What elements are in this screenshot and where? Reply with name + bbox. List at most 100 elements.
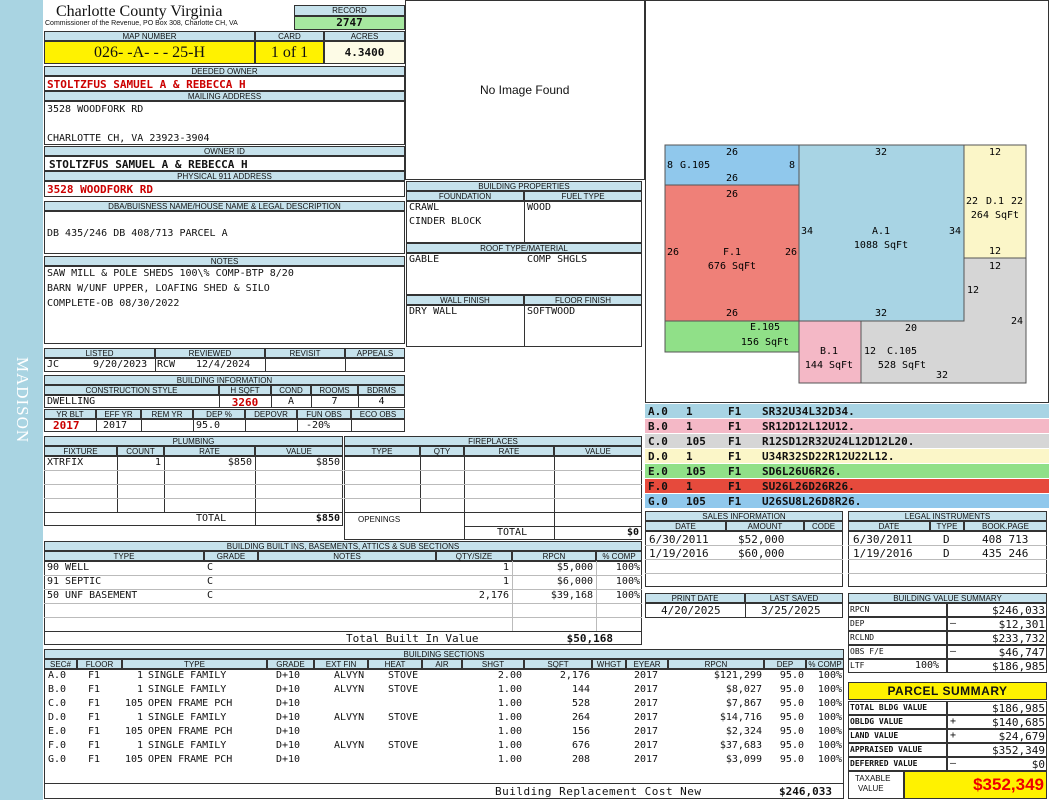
vector-code: G.0 [648, 495, 668, 508]
builtin-grade: C [207, 576, 214, 587]
fp-rate-header: RATE [464, 446, 554, 456]
vector-path: U26SU8L26D8R26. [762, 495, 862, 508]
builtin-comp: 100% [615, 576, 640, 587]
section-type: SINGLE FAMILY [148, 712, 227, 723]
c-sqft: 528 SqFt [878, 360, 926, 371]
plumb-value: $850 [315, 457, 340, 468]
appeals-header: APPEALS [345, 348, 405, 358]
f-left: 26 [667, 247, 679, 258]
parcel-summary-value: $0 [1031, 758, 1045, 771]
section-ext: ALVYN [334, 712, 365, 723]
mailing-line1: 3528 WOODFORK RD [47, 104, 144, 115]
vector-floor: F1 [728, 405, 742, 418]
plumb-total: $850 [315, 513, 340, 524]
li-1-book: 408 713 [982, 533, 1029, 546]
builtin-comp: 100% [615, 590, 640, 601]
vector-n: 1 [686, 450, 693, 463]
a-name: A.1 [872, 226, 890, 237]
dep-header: DEP % [193, 409, 245, 419]
fp-total: $0 [626, 527, 639, 538]
section-grade: D+10 [276, 726, 301, 737]
section-code: 1 [136, 712, 143, 723]
section-shgt: 1.00 [497, 726, 522, 737]
sketch-drawing: 26 26 8 8 G.105 26 26 26 26 F.1 676 SqFt… [664, 144, 1027, 384]
parcel-summary-label: OBLDG VALUE [850, 717, 903, 726]
section-heat: STOVE [388, 684, 419, 695]
hsqft-value: 3260 [231, 396, 259, 409]
eff-year: 2017 [103, 420, 128, 431]
plumb-count-header: COUNT [117, 446, 164, 456]
vector-code: E.0 [648, 465, 668, 478]
sale-2-date: 1/19/2016 [649, 547, 709, 560]
value-summary-value: $233,732 [992, 632, 1045, 645]
fp-total-label: TOTAL [497, 527, 528, 538]
section-col-header: EXT FIN [314, 659, 368, 669]
ecoobs-header: ECO OBS [351, 409, 405, 419]
d-right: 22 [1011, 196, 1023, 207]
roof-type: GABLE [409, 254, 440, 265]
rooms-value: 7 [331, 396, 338, 407]
section-rpcn: $2,324 [725, 726, 762, 737]
value-summary-value: $46,747 [998, 646, 1045, 659]
taxable-label-1: TAXABLE [855, 774, 891, 783]
section-floor: F1 [88, 754, 101, 765]
section-col-header: EYEAR [626, 659, 668, 669]
sections-total-label: Building Replacement Cost New [495, 785, 702, 798]
plumb-fixture: XTRFIX [47, 457, 84, 468]
section-floor: F1 [88, 698, 101, 709]
fp-value-header: VALUE [554, 446, 642, 456]
vector-n: 1 [686, 420, 693, 433]
building-props-header: BUILDING PROPERTIES [406, 181, 642, 191]
notes-line2: BARN W/UNF UPPER, LOAFING SHED & SILO [47, 283, 270, 294]
revisit-header: REVISIT [265, 348, 345, 358]
notes-line1: SAW MILL & POLE SHEDS 100\% COMP-BTP 8/2… [47, 268, 294, 279]
parcel-summary-label: LAND VALUE [850, 731, 899, 740]
vector-n: 1 [686, 405, 693, 418]
value-summary-label: RPCN [850, 605, 870, 614]
sale-1-amount: $52,000 [738, 533, 785, 546]
vector-code: F.0 [648, 480, 668, 493]
vector-path: SU26L26D26R26. [762, 480, 855, 493]
section-sqft: 144 [571, 684, 590, 695]
section-comp: 100% [817, 726, 842, 737]
vector-path: R12SD12R32U24L12D12L20. [762, 435, 915, 448]
bi-rpcn-header: RPCN [512, 551, 596, 561]
roof-material: COMP SHGLS [527, 254, 588, 265]
section-col-header: GRADE [267, 659, 314, 669]
vector-code: C.0 [648, 435, 668, 448]
roof-box [406, 253, 642, 295]
f-top: 26 [726, 189, 738, 200]
c-t1: 12 [989, 261, 1001, 272]
e-sqft: 156 SqFt [741, 337, 789, 348]
section-sec: A.0 [48, 670, 67, 681]
fuel-type: WOOD [527, 202, 552, 213]
cond-value: A [287, 396, 295, 407]
section-eyear: 2017 [634, 684, 659, 695]
vector-floor: F1 [728, 480, 742, 493]
plumb-count: 1 [154, 457, 161, 468]
c-r1: 24 [1011, 316, 1023, 327]
sales-date-header: DATE [645, 521, 726, 531]
c-t2: 20 [905, 323, 917, 334]
physical-address-value: 3528 WOODFORK RD [47, 183, 153, 196]
style-header: CONSTRUCTION STYLE [44, 385, 219, 395]
vector-code: B.0 [648, 420, 668, 433]
vector-floor: F1 [728, 495, 742, 508]
section-code: 1 [136, 740, 143, 751]
section-col-header: FLOOR [77, 659, 122, 669]
value-summary-label: RCLND [850, 633, 875, 642]
f-sqft: 676 SqFt [708, 261, 756, 272]
reviewed-date: 12/4/2024 [196, 359, 251, 370]
bi-qty-header: QTY/SIZE [436, 551, 512, 561]
parcel-summary-value: $352,349 [992, 744, 1045, 757]
d-bottom: 12 [989, 246, 1001, 257]
section-col-header: SHGT [462, 659, 524, 669]
acres-header: ACRES [324, 31, 405, 41]
section-dep: 95.0 [779, 670, 804, 681]
notes-header: NOTES [44, 256, 405, 266]
section-col-header: SEC# [44, 659, 77, 669]
foundation-1: CRAWL [409, 202, 440, 213]
parcel-summary-label: DEFERRED VALUE [850, 759, 918, 768]
fuel-header: FUEL TYPE [524, 191, 642, 201]
section-eyear: 2017 [634, 726, 659, 737]
